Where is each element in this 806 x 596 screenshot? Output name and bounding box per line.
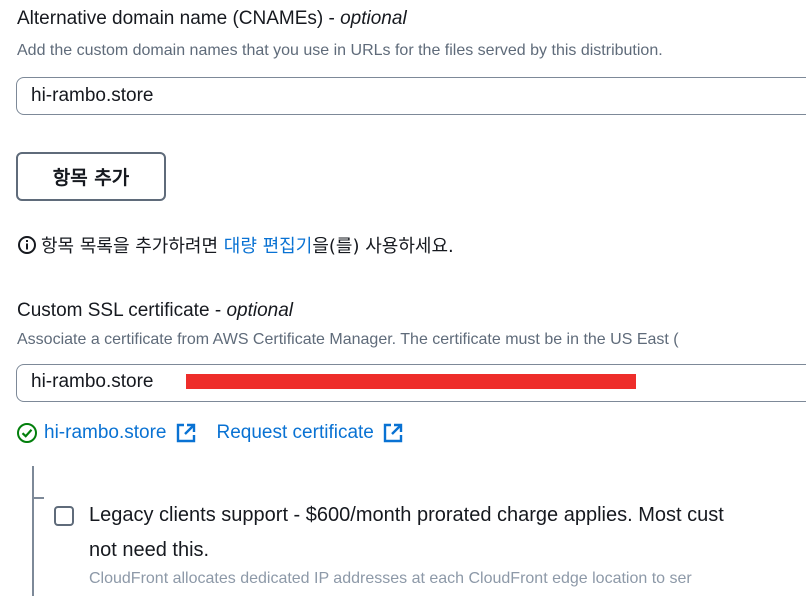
bulk-info-suffix: 을(를) 사용하세요. <box>312 236 454 257</box>
ssl-description: Associate a certificate from AWS Certifi… <box>17 331 679 348</box>
redaction-bar <box>186 374 636 389</box>
legacy-clients-checkbox[interactable] <box>54 506 74 526</box>
info-icon <box>18 236 36 254</box>
ssl-label: Custom SSL certificate - optional <box>17 300 293 321</box>
tree-line <box>32 466 34 596</box>
cname-description: Add the custom domain names that you use… <box>17 42 663 59</box>
external-link-icon[interactable] <box>175 422 197 444</box>
ssl-optional: optional <box>226 300 293 321</box>
cname-optional: optional <box>340 8 407 29</box>
external-link-icon[interactable] <box>382 422 404 444</box>
ssl-label-text: Custom SSL certificate <box>17 300 210 321</box>
legacy-clients-description: CloudFront allocates dedicated IP addres… <box>89 570 692 587</box>
cname-input-value: hi-rambo.store <box>31 85 154 106</box>
cname-label-text: Alternative domain name (CNAMEs) <box>17 8 324 29</box>
legacy-clients-label-continued[interactable]: not need this. <box>89 539 209 562</box>
add-item-button[interactable]: 항목 추가 <box>16 152 166 201</box>
bulk-info-prefix: 항목 목록을 추가하려면 <box>41 236 219 257</box>
cname-input[interactable]: hi-rambo.store <box>16 77 806 115</box>
tree-connector <box>32 497 44 499</box>
certificate-links: hi-rambo.store Request certificate <box>16 422 404 444</box>
bulk-editor-info: 항목 목록을 추가하려면 대량 편집기 을(를) 사용하세요. <box>17 232 454 258</box>
certificate-link[interactable]: hi-rambo.store <box>44 422 167 444</box>
legacy-clients-label[interactable]: Legacy clients support - $600/month pror… <box>89 504 724 527</box>
check-circle-icon <box>17 423 37 443</box>
request-certificate-link[interactable]: Request certificate <box>217 422 374 444</box>
bulk-editor-link[interactable]: 대량 편집기 <box>224 232 313 258</box>
ssl-select-value: hi-rambo.store <box>31 371 154 392</box>
cname-label: Alternative domain name (CNAMEs) - optio… <box>17 8 407 29</box>
